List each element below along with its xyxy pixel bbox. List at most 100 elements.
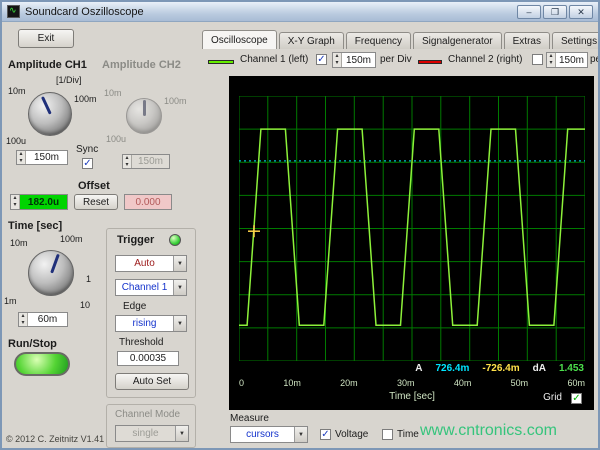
channel1-color-swatch bbox=[208, 60, 234, 64]
ch1-tick-100m: 100m bbox=[74, 94, 97, 104]
stepper bbox=[123, 155, 132, 168]
step-up-icon[interactable] bbox=[11, 195, 19, 202]
step-down-icon[interactable] bbox=[17, 158, 25, 165]
offset-ch2-field: 0.000 bbox=[124, 194, 172, 210]
dropdown-arrow-icon[interactable] bbox=[173, 256, 186, 271]
dropdown-arrow-icon[interactable] bbox=[294, 427, 307, 442]
close-button[interactable]: ✕ bbox=[569, 5, 593, 19]
tab-oscilloscope[interactable]: Oscilloscope bbox=[202, 30, 277, 49]
step-down-icon[interactable] bbox=[11, 202, 19, 209]
measure-title: Measure bbox=[230, 413, 269, 424]
channel-bar: Channel 1 (left) 150m per Div Channel 2 … bbox=[202, 50, 600, 76]
step-up-icon[interactable] bbox=[547, 53, 555, 60]
trigger-edge-dropdown[interactable]: rising bbox=[115, 315, 187, 332]
x-tick: 20m bbox=[340, 378, 358, 388]
watermark-text: www.cntronics.com bbox=[420, 422, 557, 440]
step-up-icon[interactable] bbox=[19, 313, 27, 320]
dropdown-arrow-icon[interactable] bbox=[173, 280, 186, 295]
sync-label: Sync bbox=[76, 144, 98, 155]
measure-bar: Measure cursors Voltage Time www.cntroni… bbox=[202, 412, 600, 450]
auto-set-button[interactable]: Auto Set bbox=[115, 373, 189, 390]
stepper[interactable] bbox=[333, 53, 342, 67]
window-title: Soundcard Oszilloscope bbox=[25, 6, 144, 18]
left-control-panel: Exit Amplitude CH1 Amplitude CH2 [1/Div]… bbox=[2, 22, 200, 450]
trigger-group: Trigger Auto Channel 1 Edge rising Thres… bbox=[106, 228, 196, 398]
stepper[interactable] bbox=[17, 151, 26, 164]
measure-mode-dropdown[interactable]: cursors bbox=[230, 426, 308, 443]
time-tick-10: 10 bbox=[80, 300, 90, 310]
maximize-button[interactable]: ❐ bbox=[543, 5, 567, 19]
amplitude-ch2-title: Amplitude CH2 bbox=[102, 59, 181, 71]
app-icon bbox=[7, 5, 20, 18]
offset-ch1-value[interactable]: 182.0u bbox=[20, 195, 67, 209]
ch2-amplitude-value: 150m bbox=[132, 155, 169, 168]
channel1-checkbox[interactable] bbox=[316, 54, 327, 65]
tab-bar: Oscilloscope X-Y Graph Frequency Signalg… bbox=[202, 30, 600, 49]
scope-plot[interactable] bbox=[239, 96, 585, 361]
channel-mode-group: Channel Mode single bbox=[106, 404, 196, 448]
time-value[interactable]: 60m bbox=[28, 313, 67, 326]
offset-title: Offset bbox=[78, 180, 110, 192]
channel-mode-dropdown: single bbox=[115, 425, 189, 442]
time-tick-100m: 100m bbox=[60, 234, 83, 244]
tab-settings[interactable]: Settings bbox=[552, 32, 600, 49]
voltage-label: Voltage bbox=[335, 429, 368, 440]
minimize-button[interactable]: – bbox=[517, 5, 541, 19]
cursor-da-label: dA bbox=[533, 363, 546, 374]
time-measure-label: Time bbox=[397, 429, 419, 440]
step-down-icon[interactable] bbox=[547, 60, 555, 67]
trigger-led bbox=[169, 234, 181, 246]
stepper[interactable] bbox=[11, 195, 20, 209]
threshold-input[interactable]: 0.00035 bbox=[117, 351, 179, 366]
exit-button[interactable]: Exit bbox=[18, 29, 74, 48]
step-up-icon[interactable] bbox=[333, 53, 341, 60]
voltage-checkbox[interactable] bbox=[320, 429, 331, 440]
channel1-perdiv-field: 150m bbox=[332, 52, 376, 68]
trigger-source-dropdown[interactable]: Channel 1 bbox=[115, 279, 187, 296]
oscilloscope-display[interactable]: A 726.4m -726.4m dA 1.453 010m20m30m40m5… bbox=[229, 76, 594, 410]
trigger-source-value[interactable]: Channel 1 bbox=[116, 280, 173, 295]
step-up-icon[interactable] bbox=[17, 151, 25, 158]
channel2-label: Channel 2 (right) bbox=[448, 54, 522, 65]
tab-xy-graph[interactable]: X-Y Graph bbox=[279, 32, 344, 49]
threshold-value[interactable]: 0.00035 bbox=[118, 352, 178, 365]
grid-checkbox[interactable] bbox=[571, 393, 582, 404]
dropdown-arrow-icon bbox=[175, 426, 188, 441]
cursor-a-label: A bbox=[415, 363, 422, 374]
offset-reset-button[interactable]: Reset bbox=[74, 194, 118, 210]
channel2-checkbox[interactable] bbox=[532, 54, 543, 65]
per-div-label-1: per Div bbox=[380, 54, 412, 65]
knob-needle bbox=[40, 96, 51, 115]
measure-mode-value[interactable]: cursors bbox=[231, 427, 294, 442]
time-checkbox[interactable] bbox=[382, 429, 393, 440]
trigger-edge-value[interactable]: rising bbox=[116, 316, 173, 331]
channel2-perdiv-value[interactable]: 150m bbox=[556, 53, 587, 67]
time-knob[interactable] bbox=[28, 250, 74, 296]
per-div-unit-label: [1/Div] bbox=[56, 75, 82, 85]
cursor-readout: A 726.4m -726.4m dA 1.453 bbox=[415, 363, 584, 374]
step-down-icon[interactable] bbox=[19, 320, 27, 327]
trigger-mode-dropdown[interactable]: Auto bbox=[115, 255, 187, 272]
stepper[interactable] bbox=[547, 53, 556, 67]
app-window: Soundcard Oszilloscope – ❐ ✕ Exit Amplit… bbox=[0, 0, 600, 450]
knob-needle bbox=[143, 100, 146, 116]
amplitude-ch1-knob[interactable] bbox=[28, 92, 72, 136]
channel1-perdiv-value[interactable]: 150m bbox=[342, 53, 375, 67]
trigger-title: Trigger bbox=[117, 234, 154, 246]
tab-extras[interactable]: Extras bbox=[504, 32, 550, 49]
step-down-icon bbox=[123, 162, 131, 169]
stepper[interactable] bbox=[19, 313, 28, 326]
ch1-amplitude-field: 150m bbox=[16, 150, 68, 165]
dropdown-arrow-icon[interactable] bbox=[173, 316, 186, 331]
tab-signalgenerator[interactable]: Signalgenerator bbox=[413, 32, 502, 49]
step-down-icon[interactable] bbox=[333, 60, 341, 67]
ch1-amplitude-value[interactable]: 150m bbox=[26, 151, 67, 164]
channel2-perdiv-field: 150m bbox=[546, 52, 588, 68]
trigger-mode-value[interactable]: Auto bbox=[116, 256, 173, 271]
run-stop-button[interactable] bbox=[14, 352, 70, 376]
per-div-label-2: per Div bbox=[590, 54, 600, 65]
tab-frequency[interactable]: Frequency bbox=[346, 32, 411, 49]
sync-checkbox[interactable] bbox=[82, 158, 93, 169]
cursor-da-value: 1.453 bbox=[559, 363, 584, 374]
x-tick: 40m bbox=[454, 378, 472, 388]
